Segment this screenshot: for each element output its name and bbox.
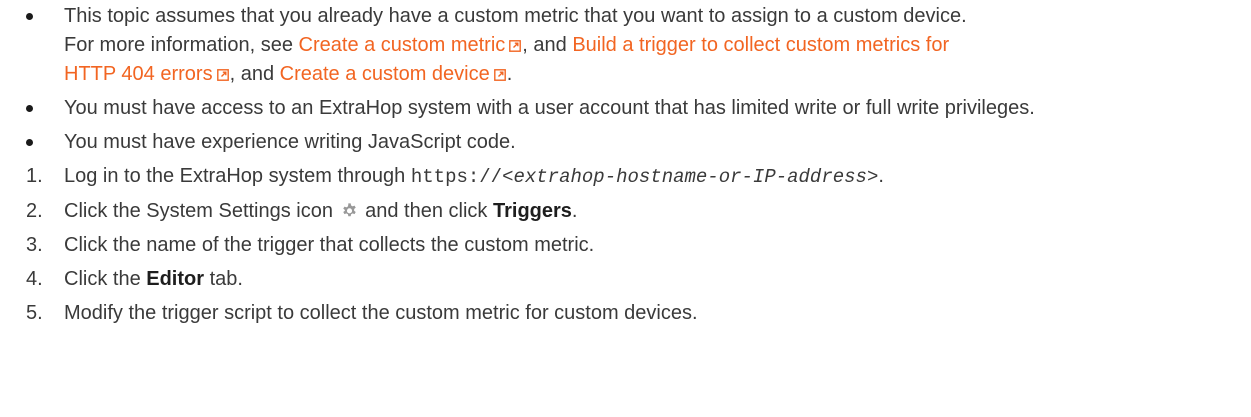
step-number: 3. <box>26 234 43 256</box>
ui-term-editor: Editor <box>146 268 205 290</box>
link-create-custom-metric[interactable]: Create a custom metric <box>299 34 523 56</box>
step-number: 5. <box>26 302 43 324</box>
bullet-dot <box>26 105 33 112</box>
prerequisite-text: For more information, see <box>64 34 299 56</box>
code-placeholder: <extrahop-hostname-or-IP-address> <box>502 166 879 188</box>
end-text: . <box>571 200 578 222</box>
step-number: 4. <box>26 268 43 290</box>
step-item: 5. Modify the trigger script to collect … <box>0 299 1251 328</box>
step-item: 3. Click the name of the trigger that co… <box>0 231 1251 260</box>
step-text: Log in to the ExtraHop system through <box>64 165 411 187</box>
end-text: . <box>506 63 513 85</box>
step-item: 1. Log in to the ExtraHop system through… <box>0 162 1251 192</box>
step-item: 2. Click the System Settings icon and th… <box>0 197 1251 226</box>
end-text: . <box>878 165 884 187</box>
bullet-dot <box>26 13 33 20</box>
step-item: 4. Click the Editor tab. <box>0 265 1251 294</box>
step-number: 2. <box>26 200 43 222</box>
prerequisite-item: You must have access to an ExtraHop syst… <box>0 94 1251 123</box>
prerequisite-text: You must have access to an ExtraHop syst… <box>64 97 1035 119</box>
external-link-icon <box>493 69 506 81</box>
bullet-dot <box>26 139 33 146</box>
code-url: https:// <box>410 166 503 188</box>
prerequisite-item: You must have experience writing JavaScr… <box>0 128 1251 157</box>
prerequisite-item: This topic assumes that you already have… <box>0 2 1251 89</box>
external-link-icon <box>509 40 522 52</box>
ui-term-triggers: Triggers <box>492 200 572 222</box>
step-text: Click the <box>64 268 147 290</box>
gear-icon <box>342 203 356 217</box>
procedure-steps: 1. Log in to the ExtraHop system through… <box>0 162 1251 328</box>
external-link-icon <box>216 69 229 81</box>
step-text: Click the System Settings icon <box>64 200 333 222</box>
document-body: This topic assumes that you already have… <box>0 0 1251 417</box>
step-text: and then click <box>365 200 493 222</box>
step-number: 1. <box>26 165 43 187</box>
end-text: tab. <box>204 268 243 290</box>
link-create-custom-device[interactable]: Create a custom device <box>280 63 507 85</box>
separator-text: , and <box>522 34 573 56</box>
prerequisite-text: You must have experience writing JavaScr… <box>64 131 516 153</box>
prerequisites-list: This topic assumes that you already have… <box>0 2 1251 157</box>
prerequisite-text: This topic assumes that you already have… <box>64 5 967 27</box>
step-text: Modify the trigger script to collect the… <box>64 302 698 324</box>
separator-text: , and <box>229 63 280 85</box>
step-text: Click the name of the trigger that colle… <box>64 234 595 256</box>
